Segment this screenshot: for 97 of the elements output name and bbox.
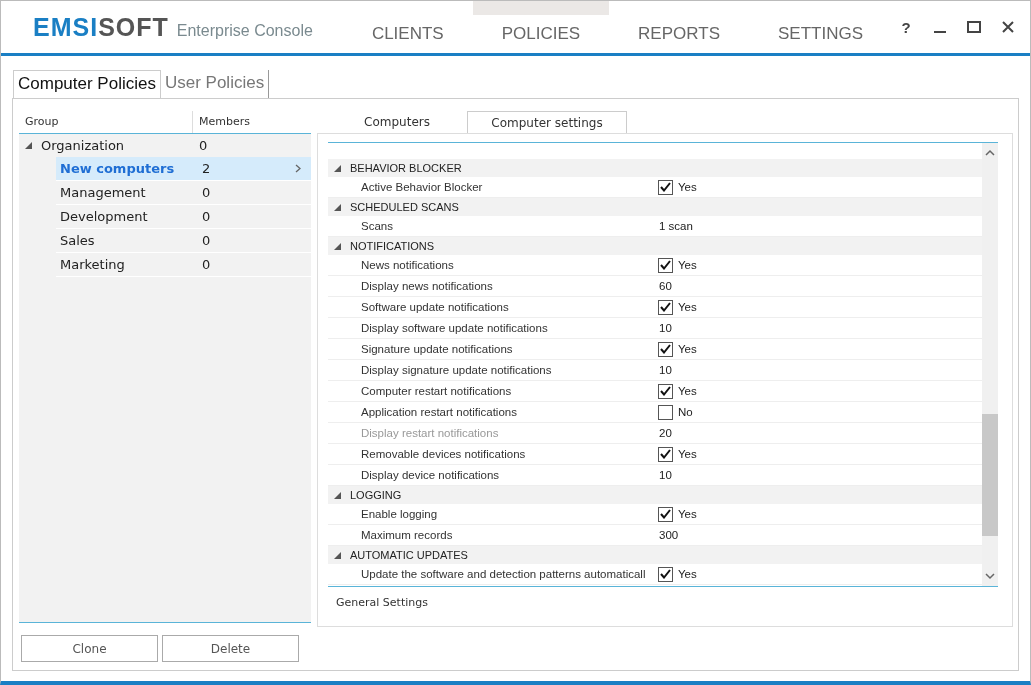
section-header[interactable]: AUTOMATIC UPDATES: [328, 546, 982, 564]
action-button[interactable]: Clone: [21, 635, 158, 662]
section-title: SCHEDULED SCANS: [350, 201, 459, 213]
member-count: 0: [202, 257, 212, 272]
checkbox[interactable]: [658, 179, 673, 195]
checkbox-label: Yes: [677, 181, 697, 193]
nav-tab[interactable]: REPORTS: [609, 1, 749, 53]
group-name: Development: [60, 209, 148, 224]
help-button[interactable]: ?: [892, 13, 920, 41]
chevron-icon: [295, 164, 301, 173]
collapse-icon[interactable]: [334, 203, 341, 211]
setting-value: 300: [658, 529, 679, 541]
group-name: Sales: [60, 233, 95, 248]
checkbox-label: Yes: [677, 343, 697, 355]
checkbox-label: Yes: [677, 301, 697, 313]
minimize-icon: [934, 31, 946, 33]
checkbox-label: No: [677, 406, 693, 418]
policy-tab[interactable]: User Policies: [160, 70, 270, 98]
nav-tab[interactable]: CLIENTS: [342, 1, 473, 53]
column-header[interactable]: Members: [193, 111, 256, 133]
checkbox[interactable]: [658, 446, 673, 462]
setting-label: Signature update notifications: [360, 343, 514, 355]
section-title: NOTIFICATIONS: [350, 240, 435, 252]
setting-label: Removable devices notifications: [360, 448, 527, 460]
column-header[interactable]: Group: [19, 111, 193, 133]
group-name: New computers: [60, 161, 175, 176]
collapse-icon[interactable]: [334, 164, 341, 172]
action-button[interactable]: Delete: [162, 635, 299, 662]
nav-tab[interactable]: SETTINGS: [748, 1, 892, 53]
setting-value: 20: [658, 427, 672, 439]
group-name: Marketing: [60, 257, 125, 272]
checkbox[interactable]: [658, 257, 673, 273]
checkbox[interactable]: [658, 383, 673, 399]
tree-row[interactable]: New computers 2: [56, 157, 311, 181]
section-header[interactable]: NOTIFICATIONS: [328, 237, 982, 255]
checkbox-label: Yes: [677, 385, 697, 397]
close-icon: [1002, 21, 1014, 33]
member-count: 0: [199, 138, 209, 153]
setting-label: Application restart notifications: [360, 406, 518, 418]
setting-label: Display device notifications: [360, 469, 501, 481]
detail-tab[interactable]: Computers: [327, 111, 467, 133]
setting-value: 10: [658, 322, 672, 334]
checkbox-label: Yes: [677, 568, 697, 580]
checkbox-label: Yes: [677, 259, 697, 271]
checkbox[interactable]: [658, 506, 673, 522]
setting-label: News notifications: [360, 259, 455, 271]
tree-row[interactable]: Sales 0: [56, 229, 311, 253]
setting-label: Enable logging: [360, 508, 439, 520]
checkbox-label: Yes: [677, 448, 697, 460]
checkbox[interactable]: [658, 299, 673, 315]
setting-label: Update the software and detection patterns automaticall: [360, 568, 647, 580]
setting-label: Software update notifications: [360, 301, 510, 313]
section-header[interactable]: SCHEDULED SCANS: [328, 198, 982, 216]
setting-label: Active Behavior Blocker: [360, 181, 484, 193]
section-title: LOGGING: [350, 489, 402, 501]
setting-label: Display news notifications: [360, 280, 494, 292]
setting-value: 10: [658, 469, 672, 481]
section-title: BEHAVIOR BLOCKER: [350, 162, 462, 174]
tree-row[interactable]: Development 0: [56, 205, 311, 229]
setting-label: Display signature update notifications: [360, 364, 553, 376]
maximize-icon: [967, 21, 981, 33]
checkbox[interactable]: [658, 341, 673, 357]
checkbox-label: Yes: [677, 508, 697, 520]
setting-label: Computer restart notifications: [360, 385, 513, 397]
collapse-icon[interactable]: [334, 551, 341, 559]
scroll-down-icon[interactable]: [985, 572, 995, 580]
policy-tab[interactable]: Computer Policies: [13, 70, 161, 98]
group-name: Organization: [41, 138, 125, 153]
setting-label: Display restart notifications: [360, 427, 500, 439]
setting-value: 1 scan: [658, 220, 693, 232]
scroll-up-icon[interactable]: [985, 149, 995, 157]
checkbox[interactable]: [658, 404, 673, 420]
detail-tab[interactable]: Computer settings: [467, 111, 627, 133]
settings-category: General Settings: [335, 595, 429, 609]
member-count: 0: [202, 209, 212, 224]
tree-row[interactable]: Management 0: [56, 181, 311, 205]
collapse-icon[interactable]: [334, 491, 341, 499]
section-header[interactable]: LOGGING: [328, 486, 982, 504]
collapse-icon[interactable]: [25, 142, 32, 149]
tree-row[interactable]: Organization 0: [19, 134, 311, 157]
setting-label: Scans: [360, 220, 394, 232]
setting-label: Maximum records: [360, 529, 454, 541]
scrollbar[interactable]: [982, 143, 998, 586]
app-logo: EMSISOFT Enterprise Console: [33, 12, 313, 42]
tree-row[interactable]: Marketing 0: [56, 253, 311, 277]
section-header[interactable]: BEHAVIOR BLOCKER: [328, 159, 982, 177]
member-count: 2: [202, 161, 212, 176]
group-name: Management: [60, 185, 146, 200]
setting-value: 60: [658, 280, 672, 292]
nav-tab[interactable]: POLICIES: [472, 1, 610, 53]
member-count: 0: [202, 233, 212, 248]
collapse-icon[interactable]: [334, 242, 341, 250]
setting-label: Display software update notifications: [360, 322, 549, 334]
member-count: 0: [202, 185, 212, 200]
setting-value: 10: [658, 364, 672, 376]
checkbox[interactable]: [658, 566, 673, 582]
section-title: AUTOMATIC UPDATES: [350, 549, 468, 561]
